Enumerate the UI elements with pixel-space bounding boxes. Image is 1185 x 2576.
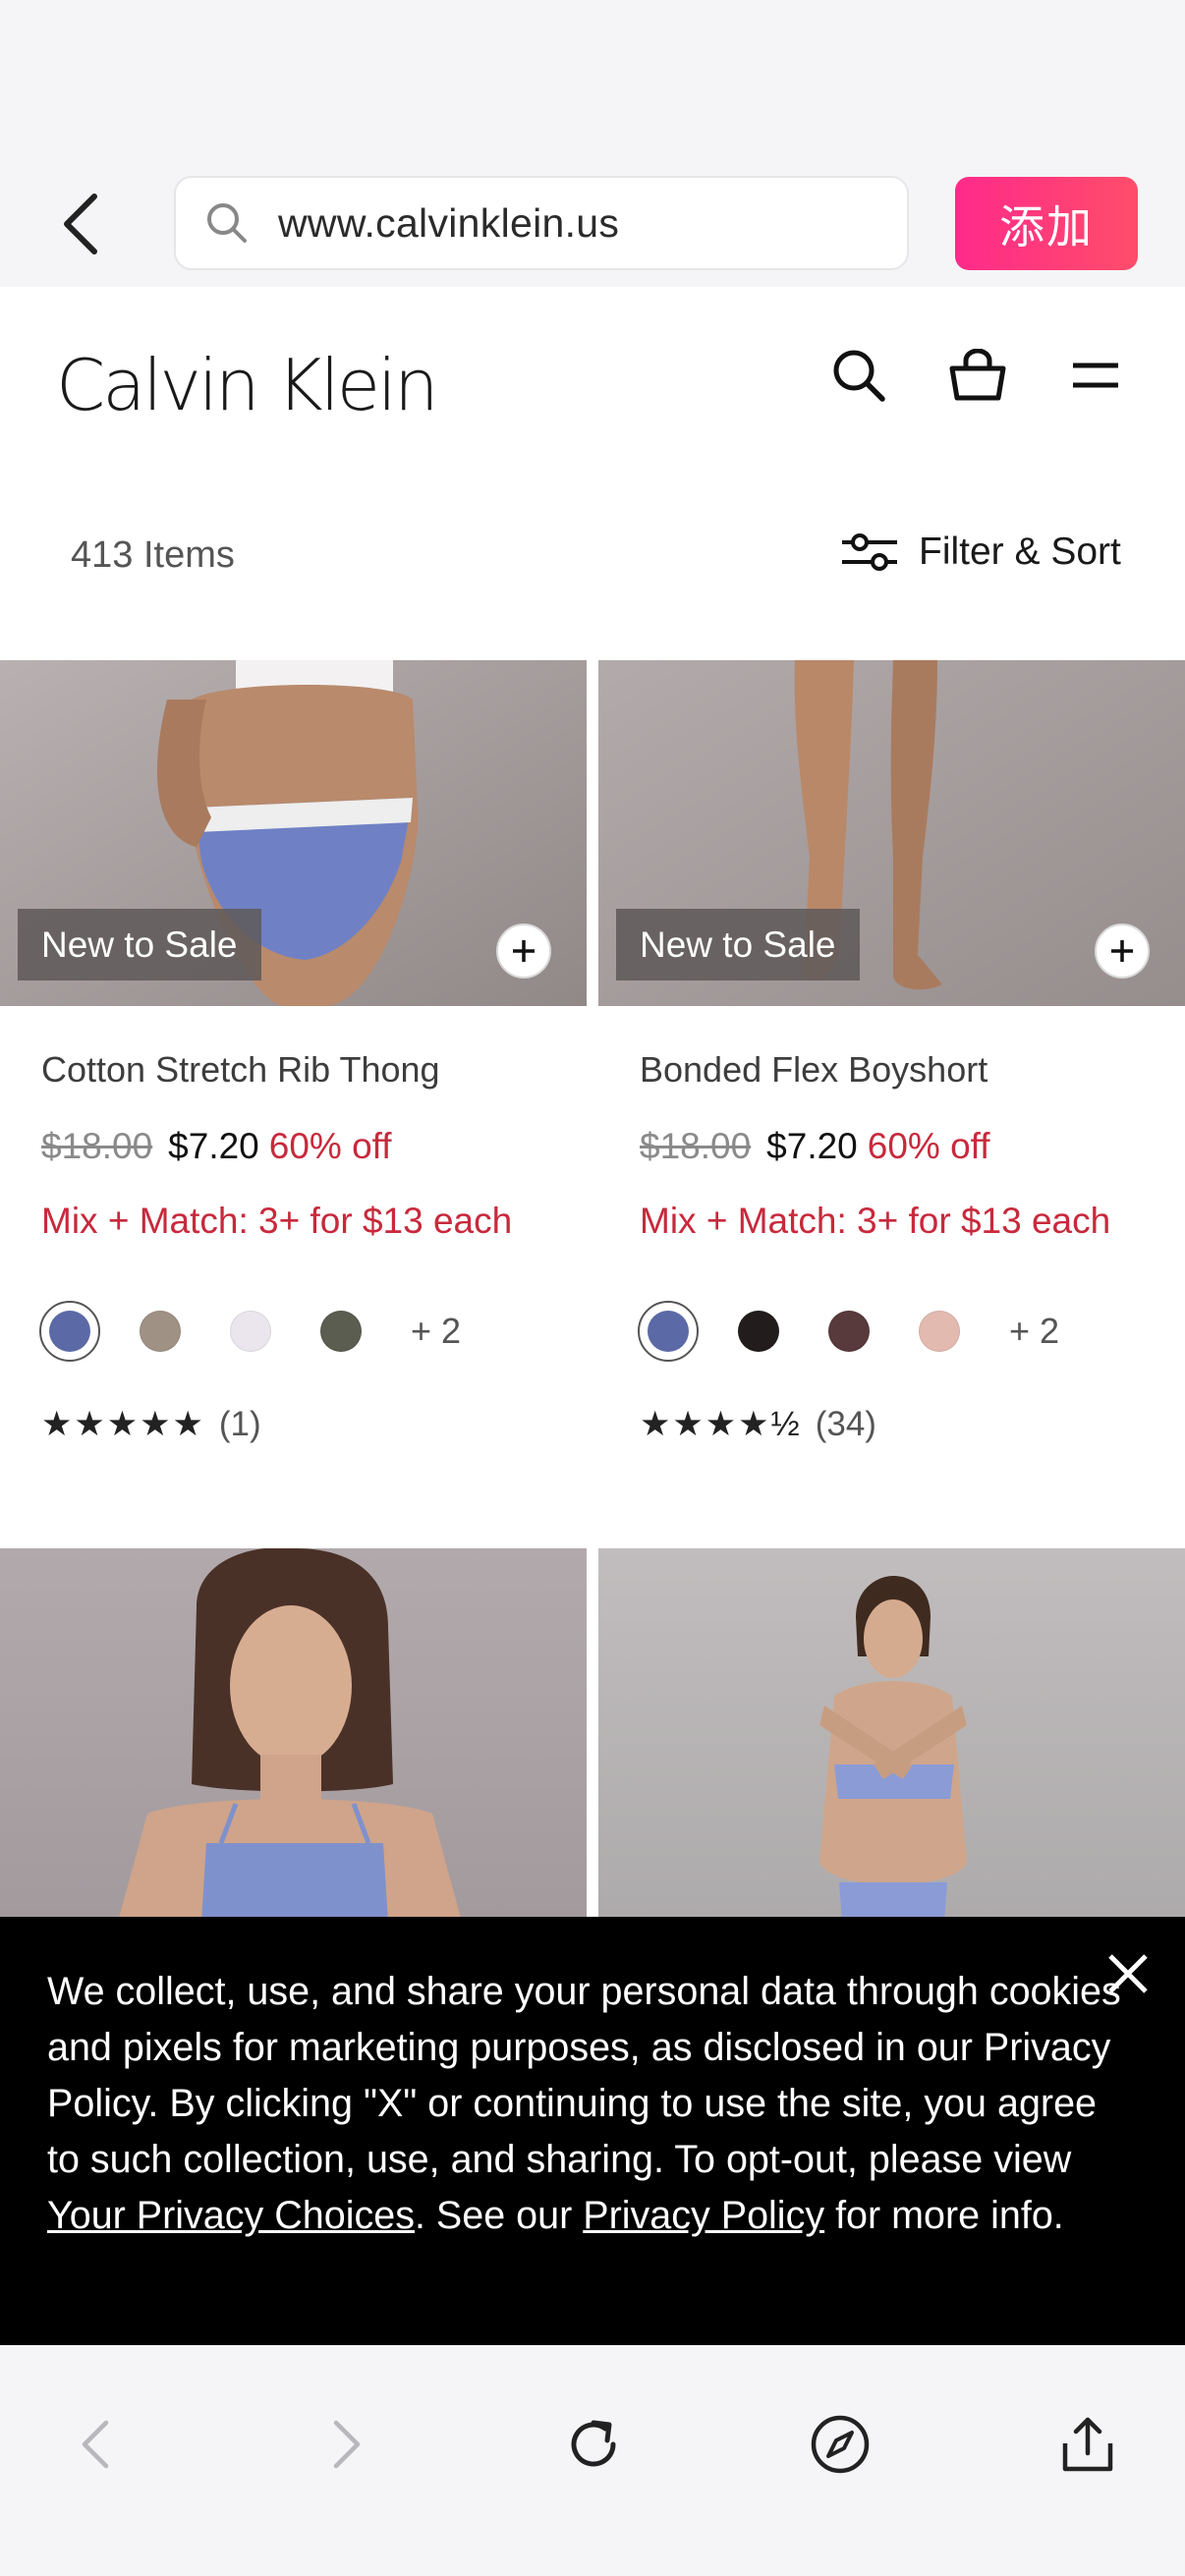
cookie-message: We collect, use, and share your personal…	[47, 1964, 1128, 2244]
url-text: www.calvinklein.us	[278, 199, 620, 246]
review-count: (34)	[815, 1405, 876, 1443]
reload-icon[interactable]	[559, 2410, 628, 2479]
sale-badge: New to Sale	[616, 909, 860, 980]
color-swatch[interactable]	[919, 1311, 960, 1352]
add-button[interactable]: 添加	[955, 177, 1138, 270]
star-rating-icon: ★★★★★	[41, 1405, 205, 1443]
product-card[interactable]: New to Sale Cotton Stretch Rib Thong $18…	[0, 660, 587, 1443]
rating[interactable]: ★★★★★ (1)	[41, 1405, 261, 1444]
nav-back-icon[interactable]	[61, 2410, 130, 2479]
promo-text: Mix + Match: 3+ for $13 each	[41, 1201, 513, 1241]
compass-icon[interactable]	[806, 2410, 875, 2479]
product-image[interactable]	[598, 1548, 1185, 1922]
sale-price: $7.20	[766, 1126, 858, 1166]
sale-badge: New to Sale	[18, 909, 261, 980]
cookie-text: for more info.	[824, 2194, 1064, 2237]
more-colors[interactable]: + 2	[411, 1311, 461, 1352]
brand-logo[interactable]: Calvin Klein	[56, 344, 439, 426]
shopping-bag-icon[interactable]	[946, 344, 1009, 407]
original-price: $18.00	[640, 1126, 752, 1166]
filter-sort-button[interactable]: Filter & Sort	[840, 531, 1121, 574]
privacy-policy-link[interactable]: Privacy Policy	[583, 2194, 824, 2237]
discount-label: 60% off	[867, 1126, 990, 1166]
product-image[interactable]	[0, 1548, 587, 1922]
product-image[interactable]: New to Sale	[0, 660, 587, 1006]
product-name[interactable]: Bonded Flex Boyshort	[640, 1049, 988, 1091]
item-count: 413 Items	[71, 534, 235, 576]
browser-toolbar: www.calvinklein.us 添加	[0, 0, 1185, 287]
privacy-choices-link[interactable]: Your Privacy Choices	[47, 2194, 415, 2237]
search-icon	[205, 200, 251, 246]
back-icon[interactable]	[51, 185, 110, 263]
product-card[interactable]: New to Sale Bonded Flex Boyshort $18.00 $…	[598, 660, 1185, 1443]
nav-forward-icon[interactable]	[312, 2410, 381, 2479]
browser-bottom-nav	[0, 2345, 1185, 2576]
quick-add-icon[interactable]	[1095, 924, 1150, 979]
product-image[interactable]: New to Sale	[598, 660, 1185, 1006]
color-swatch[interactable]	[230, 1311, 271, 1352]
menu-icon[interactable]	[1064, 344, 1127, 407]
color-swatches: + 2	[39, 1299, 461, 1364]
address-bar[interactable]: www.calvinklein.us	[174, 176, 909, 270]
discount-label: 60% off	[268, 1126, 392, 1166]
star-rating-icon: ★★★★½	[640, 1405, 802, 1443]
search-icon[interactable]	[827, 344, 890, 407]
more-colors[interactable]: + 2	[1009, 1311, 1059, 1352]
color-swatch[interactable]	[320, 1311, 362, 1352]
review-count: (1)	[218, 1405, 261, 1443]
share-icon[interactable]	[1053, 2410, 1122, 2479]
product-name[interactable]: Cotton Stretch Rib Thong	[41, 1049, 440, 1091]
original-price: $18.00	[41, 1126, 153, 1166]
quick-add-icon[interactable]	[496, 924, 551, 979]
filter-icon	[842, 533, 897, 571]
color-swatch[interactable]	[638, 1301, 699, 1362]
price-row: $18.00 $7.20 60% off	[41, 1126, 392, 1167]
color-swatch[interactable]	[140, 1311, 181, 1352]
color-swatch[interactable]	[39, 1301, 100, 1362]
cookie-text: We collect, use, and share your personal…	[47, 1970, 1121, 2181]
cookie-banner: We collect, use, and share your personal…	[0, 1917, 1185, 2345]
rating[interactable]: ★★★★½ (34)	[640, 1405, 876, 1444]
filter-label: Filter & Sort	[919, 531, 1121, 573]
promo-text: Mix + Match: 3+ for $13 each	[640, 1201, 1111, 1241]
color-swatches: + 2	[638, 1299, 1059, 1364]
price-row: $18.00 $7.20 60% off	[640, 1126, 990, 1167]
color-swatch[interactable]	[738, 1311, 779, 1352]
cookie-text: . See our	[414, 2194, 584, 2237]
color-swatch[interactable]	[828, 1311, 870, 1352]
sale-price: $7.20	[168, 1126, 259, 1166]
